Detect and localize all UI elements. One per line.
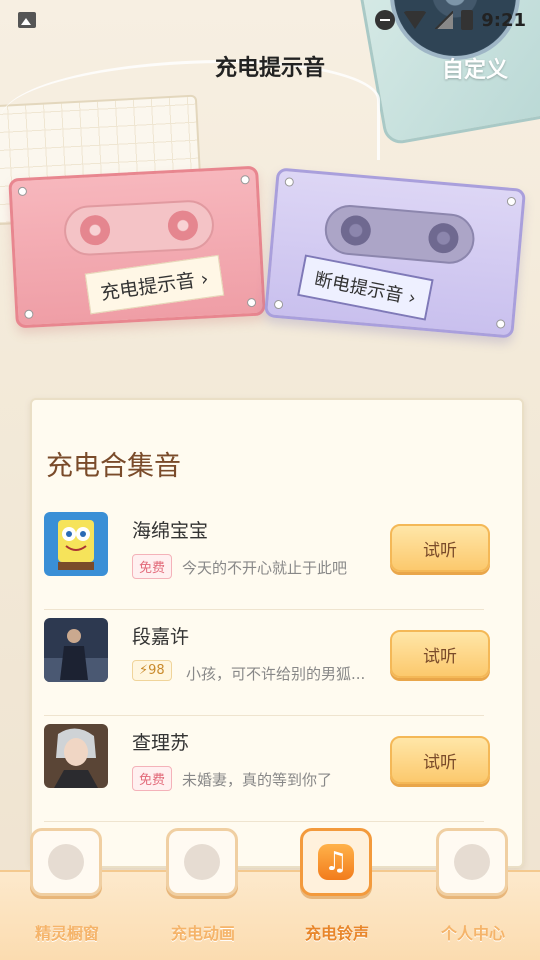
item-description: 今天的不开心就止于此吧 (182, 559, 348, 577)
item-name: 段嘉许 (132, 626, 190, 648)
free-badge: 免费 (132, 554, 173, 579)
listen-button[interactable]: 试听 (390, 736, 490, 784)
nav-label: 充电铃声 (304, 924, 369, 943)
listen-button[interactable]: 试听 (390, 524, 490, 572)
screw-icon (17, 186, 28, 197)
no-signal-icon (435, 11, 454, 29)
avatar (44, 618, 108, 682)
reel-icon (79, 214, 111, 246)
music-note-icon: ♫ (300, 828, 372, 896)
gallery-notification-icon (18, 12, 36, 28)
status-time: 9:21 (481, 9, 526, 31)
tv-icon (166, 828, 238, 896)
list-item[interactable]: 查理苏 免费 未婚妻，真的等到你了 试听 (44, 716, 490, 822)
reel-icon (167, 209, 199, 242)
charge-sound-cassette[interactable]: 充电提示音 › (8, 165, 266, 329)
cassette-window (62, 198, 216, 257)
charge-sound-label: 充电提示音 › (84, 254, 224, 315)
do-not-disturb-icon (375, 10, 396, 30)
screw-icon (284, 177, 295, 187)
nav-item-sprite-window[interactable]: 精灵橱窗 (22, 828, 112, 958)
custom-button[interactable]: 自定义 (442, 52, 508, 84)
cat-icon (30, 828, 102, 896)
collection-card: 充电合集音 海绵宝宝 免费 今天的不开心就止于此吧 试听 段嘉许 ⚡98 小孩，… (30, 398, 524, 868)
collection-title: 充电合集音 (46, 451, 181, 482)
avatar (44, 724, 108, 788)
free-badge: 免费 (132, 766, 173, 791)
disconnect-sound-cassette[interactable]: 断电提示音 › (263, 167, 527, 339)
list-item[interactable]: 段嘉许 ⚡98 小孩，可不许给别的男狐... 试听 (44, 610, 490, 716)
disconnect-sound-label: 断电提示音 › (297, 254, 434, 321)
screw-icon (506, 196, 517, 207)
nav-item-charge-animation[interactable]: 充电动画 (158, 828, 248, 958)
item-description: 未婚妻，真的等到你了 (182, 771, 333, 789)
coin-price-badge: ⚡98 (132, 660, 172, 681)
reel-icon (427, 221, 460, 255)
item-name: 查理苏 (132, 732, 190, 754)
listen-button[interactable]: 试听 (390, 630, 490, 678)
item-name: 海绵宝宝 (132, 520, 209, 542)
nav-label: 个人中心 (440, 924, 505, 943)
screw-icon (273, 299, 284, 310)
reel-icon (339, 214, 373, 247)
screw-icon (246, 297, 257, 308)
list-item[interactable]: 海绵宝宝 免费 今天的不开心就止于此吧 试听 (44, 504, 490, 610)
status-bar: 9:21 (0, 0, 540, 40)
avatar (44, 512, 108, 576)
person-icon (436, 828, 508, 896)
bottom-nav: 精灵橱窗 充电动画 ♫ 充电铃声 个人中心 (0, 828, 540, 960)
nav-label: 精灵橱窗 (34, 924, 99, 943)
screw-icon (24, 309, 34, 319)
nav-item-personal-center[interactable]: 个人中心 (428, 828, 518, 958)
nav-label: 充电动画 (170, 924, 235, 943)
battery-charging-icon (461, 10, 474, 30)
wifi-icon (403, 11, 428, 29)
nav-item-charge-ringtone[interactable]: ♫ 充电铃声 (292, 828, 382, 958)
screw-icon (240, 175, 250, 185)
screw-icon (495, 319, 506, 329)
item-description: 小孩，可不许给别的男狐... (186, 665, 366, 683)
cassette-window (322, 202, 477, 266)
